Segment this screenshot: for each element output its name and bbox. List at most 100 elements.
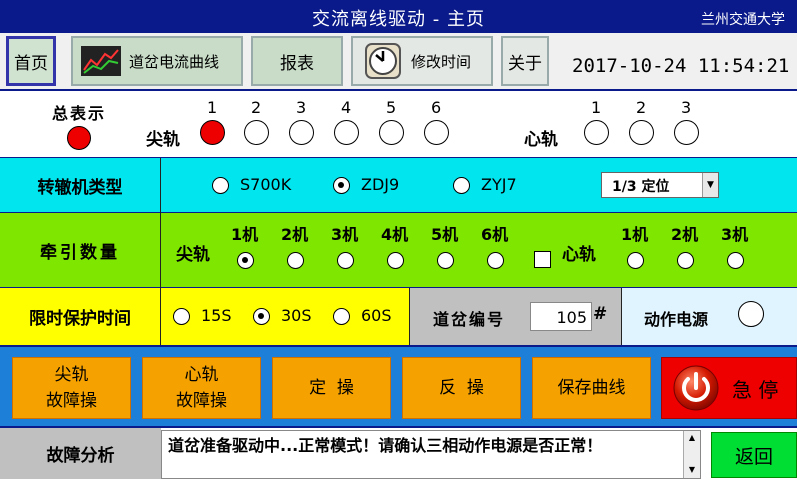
heart-rail-number: 2 bbox=[636, 98, 647, 117]
about-label: 关于 bbox=[508, 53, 542, 74]
switch-number-label: 道岔编号 bbox=[433, 310, 506, 329]
tip-unit-radio[interactable] bbox=[287, 252, 304, 269]
tip-unit-label: 1机 bbox=[231, 225, 259, 244]
datetime-display: 2017-10-24 11:54:21 bbox=[572, 55, 790, 77]
heart-unit-radio[interactable] bbox=[627, 252, 644, 269]
heart-rail-checkbox[interactable] bbox=[534, 251, 551, 268]
org-name: 兰州交通大学 bbox=[701, 12, 785, 28]
normal-operate-button[interactable]: 定 操 bbox=[272, 357, 391, 419]
heart-unit-label: 1机 bbox=[621, 225, 649, 244]
power-panel: 动作电源 bbox=[622, 288, 797, 345]
protect-option-30s[interactable] bbox=[253, 308, 270, 325]
report-label: 报表 bbox=[280, 53, 314, 74]
machine-option-zdj9[interactable] bbox=[333, 177, 350, 194]
report-button[interactable]: 报表 bbox=[251, 36, 343, 86]
fault-message-box[interactable]: 道岔准备驱动中...正常模式！请确认三相动作电源是否正常！ ▲ ▼ bbox=[161, 430, 701, 479]
reverse-operate-button[interactable]: 反 操 bbox=[402, 357, 521, 419]
save-curve-button[interactable]: 保存曲线 bbox=[532, 357, 651, 419]
tip-rail-number: 1 bbox=[207, 98, 218, 117]
machine-option-zyj7-label: ZYJ7 bbox=[481, 175, 517, 194]
machine-option-s700k-label: S700K bbox=[240, 175, 292, 194]
save-curve-label: 保存曲线 bbox=[557, 378, 626, 398]
emergency-stop-label: 急 停 bbox=[732, 377, 779, 402]
tip-unit-label: 6机 bbox=[481, 225, 509, 244]
scroll-up-icon[interactable]: ▲ bbox=[684, 431, 700, 445]
reverse-operate-label: 反 操 bbox=[439, 378, 484, 398]
about-button[interactable]: 关于 bbox=[501, 36, 549, 86]
chevron-down-icon[interactable]: ▼ bbox=[702, 173, 718, 197]
heart-unit-radio[interactable] bbox=[677, 252, 694, 269]
heart-rail-lamp bbox=[584, 120, 609, 145]
heart-rail-number: 3 bbox=[681, 98, 692, 117]
switch-number-input[interactable]: 105 bbox=[530, 302, 592, 331]
heart-fault-line2: 故障操 bbox=[176, 391, 227, 411]
tip-unit-label: 2机 bbox=[281, 225, 309, 244]
heart-fault-button[interactable]: 心轨 故障操 bbox=[142, 357, 261, 419]
modify-time-label: 修改时间 bbox=[411, 52, 472, 71]
protection-row: 限时保护时间 15S 30S 60S 道岔编号 105 # 动作电源 bbox=[0, 288, 797, 345]
machine-option-s700k[interactable] bbox=[212, 177, 229, 194]
toolbar: 首页 道岔电流曲线 报表 修改时间 关于 2017-10-24 11:54:21 bbox=[0, 33, 797, 91]
back-label: 返回 bbox=[734, 445, 773, 468]
status-panel: 总表示 尖轨 1 2 3 4 5 6 心轨 1 2 3 bbox=[0, 92, 797, 158]
tip-rail-number: 4 bbox=[341, 98, 352, 117]
machine-option-zdj9-label: ZDJ9 bbox=[361, 175, 400, 194]
heart-rail-lamp bbox=[629, 120, 654, 145]
current-curve-label: 道岔电流曲线 bbox=[129, 52, 220, 71]
machine-option-zyj7[interactable] bbox=[453, 177, 470, 194]
protect-option-15s-label: 15S bbox=[201, 306, 232, 325]
tip-fault-line1: 尖轨 bbox=[54, 365, 89, 385]
power-label: 动作电源 bbox=[644, 310, 709, 329]
power-indicator-lamp bbox=[738, 301, 764, 327]
tip-unit-radio[interactable] bbox=[437, 252, 454, 269]
normal-operate-label: 定 操 bbox=[309, 378, 354, 398]
emergency-stop-button[interactable]: 急 停 bbox=[661, 357, 797, 419]
title-bar: 交流离线驱动 - 主页 兰州交通大学 bbox=[0, 0, 797, 33]
tip-fault-button[interactable]: 尖轨 故障操 bbox=[12, 357, 131, 419]
traction-count-label: 牵引数量 bbox=[0, 213, 161, 288]
window-title: 交流离线驱动 - 主页 bbox=[312, 9, 485, 30]
heart-rail-label: 心轨 bbox=[524, 130, 558, 150]
tip-rail-lamp bbox=[200, 120, 225, 145]
tip-rail-lamp bbox=[289, 120, 314, 145]
tip-unit-radio[interactable] bbox=[387, 252, 404, 269]
machine-type-row: 转辙机类型 S700K ZDJ9 ZYJ7 1/3 定位 ▼ bbox=[0, 158, 797, 213]
total-indicator-lamp bbox=[67, 126, 91, 150]
tip-unit-label: 4机 bbox=[381, 225, 409, 244]
protect-option-15s[interactable] bbox=[173, 308, 190, 325]
tip-unit-label: 5机 bbox=[431, 225, 459, 244]
tip-unit-label: 3机 bbox=[331, 225, 359, 244]
heart-unit-label: 2机 bbox=[671, 225, 699, 244]
scroll-down-icon[interactable]: ▼ bbox=[684, 463, 700, 477]
tip-fault-line2: 故障操 bbox=[46, 391, 97, 411]
current-curve-button[interactable]: 道岔电流曲线 bbox=[71, 36, 243, 86]
clock-icon bbox=[365, 43, 401, 79]
protect-option-60s-label: 60S bbox=[361, 306, 392, 325]
back-button[interactable]: 返回 bbox=[711, 432, 797, 478]
protect-option-60s[interactable] bbox=[333, 308, 350, 325]
tip-rail-lamp bbox=[244, 120, 269, 145]
tip-unit-radio[interactable] bbox=[237, 252, 254, 269]
heart-unit-label: 3机 bbox=[721, 225, 749, 244]
machine-type-label: 转辙机类型 bbox=[0, 158, 161, 213]
position-dropdown[interactable]: 1/3 定位 ▼ bbox=[601, 172, 719, 198]
heart-unit-radio[interactable] bbox=[727, 252, 744, 269]
protect-time-label: 限时保护时间 bbox=[0, 288, 161, 345]
heart-fault-line1: 心轨 bbox=[184, 365, 219, 385]
total-indication-label: 总表示 bbox=[52, 104, 107, 123]
home-button[interactable]: 首页 bbox=[6, 36, 56, 86]
switch-number-value: 105 bbox=[556, 308, 587, 327]
tip-rail-lamp bbox=[334, 120, 359, 145]
chart-icon bbox=[81, 46, 121, 76]
tip-rail-number: 3 bbox=[296, 98, 307, 117]
modify-time-button[interactable]: 修改时间 bbox=[351, 36, 493, 86]
tip-rail-lamp bbox=[379, 120, 404, 145]
tip-rail-lamp bbox=[424, 120, 449, 145]
message-scrollbar[interactable]: ▲ ▼ bbox=[683, 431, 700, 478]
switch-number-unit: # bbox=[593, 304, 608, 324]
switch-number-panel: 道岔编号 105 # bbox=[410, 288, 622, 345]
tip-unit-radio[interactable] bbox=[487, 252, 504, 269]
fault-row: 故障分析 道岔准备驱动中...正常模式！请确认三相动作电源是否正常！ ▲ ▼ 返… bbox=[0, 428, 797, 479]
tip-unit-radio[interactable] bbox=[337, 252, 354, 269]
protect-time-options: 15S 30S 60S bbox=[161, 288, 410, 345]
